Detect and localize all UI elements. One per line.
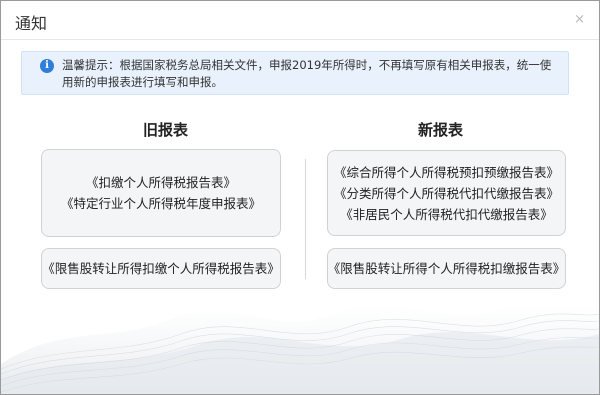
dialog-title: 通知: [15, 14, 48, 33]
info-icon: i: [40, 59, 54, 73]
old-form-item[interactable]: 《扣缴个人所得税报告表》: [86, 172, 236, 193]
notice-banner: i 温馨提示：根据国家税务总局相关文件，申报2019年所得时，不再填写原有相关申…: [21, 51, 569, 95]
new-forms-card: 《综合所得个人所得税预扣预缴报告表》 《分类所得个人所得税代扣代缴报告表》 《非…: [327, 150, 566, 236]
background-mountain-illustration: [1, 304, 599, 394]
new-forms-heading: 新报表: [418, 121, 464, 139]
old-form-item[interactable]: 《特定行业个人所得税年度申报表》: [61, 193, 261, 214]
notice-text: 温馨提示：根据国家税务总局相关文件，申报2019年所得时，不再填写原有相关申报表…: [62, 58, 552, 89]
new-restricted-stock-card: 《限售股转让所得个人所得税扣缴报告表》: [327, 248, 566, 289]
column-divider: [305, 159, 306, 279]
old-restricted-stock-card: 《限售股转让所得扣缴个人所得税报告表》: [41, 248, 281, 289]
dialog-titlebar: 通知 ×: [1, 1, 599, 40]
old-forms-heading: 旧报表: [143, 121, 189, 139]
notice-dialog: 通知 × i 温馨提示：根据国家税务总局相关文件，申报2019年所得时，不再填写…: [0, 0, 600, 395]
new-form-item[interactable]: 《非居民个人所得税代扣代缴报告表》: [340, 204, 553, 225]
new-form-item[interactable]: 《分类所得个人所得税代扣代缴报告表》: [334, 183, 559, 204]
old-forms-card: 《扣缴个人所得税报告表》 《特定行业个人所得税年度申报表》: [41, 149, 281, 237]
close-icon[interactable]: ×: [574, 12, 585, 27]
new-form-item[interactable]: 《综合所得个人所得税预扣预缴报告表》: [334, 162, 559, 183]
new-form-item[interactable]: 《限售股转让所得个人所得税扣缴报告表》: [328, 258, 566, 279]
old-form-item[interactable]: 《限售股转让所得扣缴个人所得税报告表》: [42, 258, 280, 279]
